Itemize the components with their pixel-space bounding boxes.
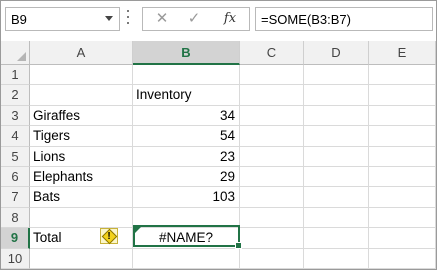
cell-d8[interactable] [304, 207, 369, 229]
cell-b5[interactable]: 23 [133, 146, 240, 167]
cell-b6-text: 29 [219, 169, 235, 184]
cell-a4-text: Tigers [33, 128, 71, 144]
column-header-a[interactable]: A [30, 41, 133, 65]
cell-d10[interactable] [304, 248, 369, 269]
cell-a6[interactable]: Elephants [30, 167, 133, 188]
cell-b7-text: 103 [212, 189, 235, 205]
cell-a3-text: Giraffes [33, 107, 81, 123]
cell-a5[interactable]: Lions [30, 146, 133, 167]
cell-c6[interactable] [240, 167, 304, 188]
cell-a8[interactable] [30, 207, 133, 229]
formula-bar: B9 ✕ ✓ fx =SOME(B3:B7) [1, 1, 436, 41]
cell-e7[interactable] [369, 187, 436, 208]
cell-e5[interactable] [369, 146, 436, 167]
cell-b2[interactable]: Inventory [133, 85, 240, 106]
cell-a2[interactable] [30, 85, 133, 106]
formula-text: =SOME(B3:B7) [261, 12, 351, 27]
cell-c8[interactable] [240, 207, 304, 229]
column-header-d[interactable]: D [304, 41, 369, 65]
cell-a1[interactable] [30, 65, 133, 86]
active-cell-border [133, 225, 242, 249]
cell-b3[interactable]: 34 [133, 105, 240, 127]
row-header-7[interactable]: 7 [1, 187, 30, 208]
cell-e1[interactable] [369, 65, 436, 86]
cell-b6[interactable]: 29 [133, 167, 240, 188]
cell-a7-text: Bats [33, 189, 61, 205]
insert-function-icon[interactable]: fx [217, 9, 243, 29]
column-header-c[interactable]: C [240, 41, 304, 65]
row-header-2[interactable]: 2 [1, 85, 30, 106]
cell-d3[interactable] [304, 105, 369, 127]
cell-c7[interactable] [240, 187, 304, 208]
row-header-6[interactable]: 6 [1, 167, 30, 188]
row-header-5[interactable]: 5 [1, 146, 30, 167]
cell-d2[interactable] [304, 85, 369, 106]
warning-glyph: ! [107, 231, 111, 242]
cell-c3[interactable] [240, 105, 304, 127]
warning-icon[interactable]: ! [100, 228, 118, 245]
cell-e8[interactable] [369, 207, 436, 229]
cell-e6[interactable] [369, 167, 436, 188]
cell-e10[interactable] [369, 248, 436, 269]
cell-b4-text: 54 [219, 128, 235, 144]
cell-e3[interactable] [369, 105, 436, 127]
select-all-button[interactable] [1, 41, 30, 65]
row-header-10[interactable]: 10 [1, 248, 30, 269]
cell-d6[interactable] [304, 167, 369, 188]
row-header-1[interactable]: 1 [1, 65, 30, 86]
cell-c4[interactable] [240, 126, 304, 147]
name-box-value: B9 [11, 12, 27, 27]
row-header-3[interactable]: 3 [1, 105, 30, 127]
cell-a5-text: Lions [33, 148, 66, 164]
more-options-icon[interactable] [126, 10, 130, 28]
formula-tools: ✕ ✓ fx [142, 7, 250, 31]
fill-handle[interactable] [235, 242, 242, 249]
check-icon[interactable]: ✓ [181, 9, 207, 29]
cell-c2[interactable] [240, 85, 304, 106]
cell-a7[interactable]: Bats [30, 187, 133, 208]
cell-b1[interactable] [133, 65, 240, 86]
cell-d5[interactable] [304, 146, 369, 167]
name-box[interactable]: B9 [5, 7, 120, 31]
cell-d4[interactable] [304, 126, 369, 147]
cell-b10[interactable] [133, 248, 240, 269]
cell-b5-text: 23 [219, 148, 235, 164]
cell-b4[interactable]: 54 [133, 126, 240, 147]
cell-c1[interactable] [240, 65, 304, 86]
select-all-icon [17, 52, 26, 61]
row-header-9[interactable]: 9 [1, 228, 30, 249]
spreadsheet-window: B9 ✕ ✓ fx =SOME(B3:B7) A B C D E 1 2 3 4… [0, 0, 437, 270]
cell-e9[interactable] [369, 228, 436, 249]
formula-input[interactable]: =SOME(B3:B7) [255, 7, 433, 31]
cell-e4[interactable] [369, 126, 436, 147]
cell-e2[interactable] [369, 85, 436, 106]
row-header-4[interactable]: 4 [1, 126, 30, 147]
column-header-b[interactable]: B [133, 41, 240, 65]
cell-d1[interactable] [304, 65, 369, 86]
cell-a6-text: Elephants [33, 169, 94, 184]
column-header-e[interactable]: E [369, 41, 436, 65]
row-header-8[interactable]: 8 [1, 207, 30, 229]
cell-c5[interactable] [240, 146, 304, 167]
cell-a4[interactable]: Tigers [30, 126, 133, 147]
cell-b2-text: Inventory [136, 87, 192, 103]
cell-d9[interactable] [304, 228, 369, 249]
cell-c10[interactable] [240, 248, 304, 269]
cell-c9[interactable] [240, 228, 304, 249]
cell-b3-text: 34 [219, 107, 235, 123]
cell-d7[interactable] [304, 187, 369, 208]
cell-a3[interactable]: Giraffes [30, 105, 133, 127]
chevron-down-icon[interactable] [105, 16, 113, 21]
cancel-icon[interactable]: ✕ [149, 9, 175, 29]
cell-a9-text: Total [33, 230, 62, 246]
cell-a10[interactable] [30, 248, 133, 269]
cell-b7[interactable]: 103 [133, 187, 240, 208]
